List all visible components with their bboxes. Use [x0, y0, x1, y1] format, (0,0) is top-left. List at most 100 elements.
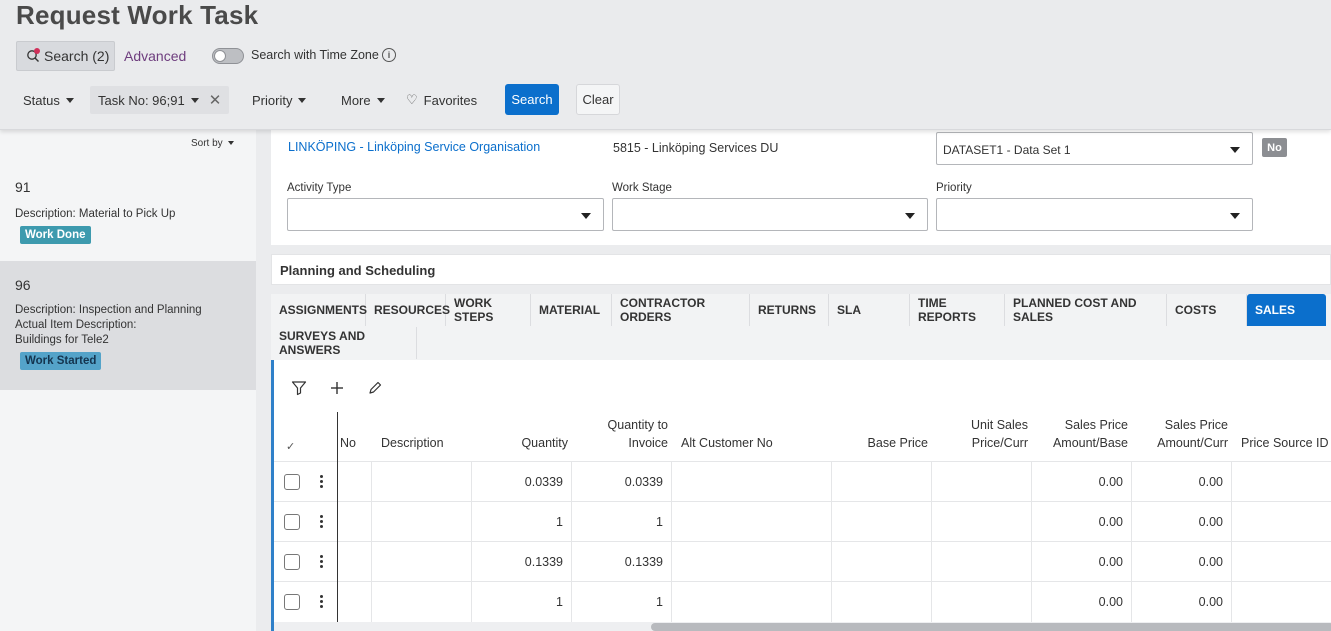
cell-base-price [831, 582, 931, 622]
search-panel-button[interactable]: Search (2) [16, 41, 115, 71]
row-checkbox[interactable] [284, 594, 300, 610]
sales-grid: ✓ No Description Quantity Quantity to In… [271, 360, 1331, 631]
cell-quantity: 1 [471, 582, 571, 622]
col-base-price[interactable]: Base Price [834, 434, 928, 452]
chevron-down-icon [581, 213, 591, 219]
tab-assignments[interactable]: ASSIGNMENTS [271, 294, 367, 326]
tab-material[interactable]: MATERIAL [531, 294, 612, 326]
sort-by-dropdown[interactable]: Sort by [191, 138, 234, 149]
cell-unit-sales [931, 502, 1031, 542]
planning-title: Planning and Scheduling [280, 263, 436, 278]
tab-work-steps[interactable]: WORK STEPS [446, 294, 531, 326]
col-description[interactable]: Description [381, 434, 444, 452]
add-icon[interactable] [329, 380, 347, 398]
search-panel-label: Search (2) [44, 48, 110, 64]
cell-sp-base: 0.00 [1031, 502, 1131, 542]
tab-returns[interactable]: RETURNS [750, 294, 829, 326]
col-no[interactable]: No [340, 434, 356, 452]
tab-surveys-and-answers[interactable]: SURVEYS AND ANSWERS [271, 327, 417, 359]
priority-select[interactable] [936, 198, 1253, 231]
tab-costs[interactable]: COSTS [1167, 294, 1247, 326]
col-price-source-id[interactable]: Price Source ID [1241, 434, 1329, 452]
cell-sp-curr: 0.00 [1131, 502, 1231, 542]
tab-sla[interactable]: SLA [829, 294, 910, 326]
edit-icon[interactable] [367, 380, 385, 398]
priority-filter[interactable]: Priority [252, 86, 307, 114]
actual-description-label: Actual Item Description: [15, 319, 137, 331]
priority-filter-label: Priority [252, 92, 293, 108]
search-button[interactable]: Search [505, 84, 559, 115]
work-stage-select[interactable] [612, 198, 928, 231]
close-icon[interactable]: ✕ [209, 91, 222, 109]
list-item[interactable]: 96 Description: Inspection and Planning … [0, 261, 256, 390]
tab-time-reports[interactable]: TIME REPORTS [910, 294, 1005, 326]
more-options-icon[interactable] [318, 555, 324, 569]
status-badge: Work Done [20, 226, 91, 244]
cell-unit-sales [931, 582, 1031, 622]
row-checkbox[interactable] [284, 554, 300, 570]
sort-by-label: Sort by [191, 138, 223, 149]
more-filter[interactable]: More [341, 86, 385, 114]
cell-sp-base: 0.00 [1031, 582, 1131, 622]
cell-description [371, 462, 471, 502]
tab-sales[interactable]: SALES [1247, 294, 1326, 326]
work-stage-label: Work Stage [612, 182, 672, 194]
tab-bar: ASSIGNMENTS RESOURCES WORK STEPS MATERIA… [271, 294, 1331, 360]
scrollbar-thumb[interactable] [651, 623, 1331, 631]
chevron-down-icon [190, 97, 199, 103]
favorites-button[interactable]: ♡ Favorites [406, 86, 477, 114]
time-zone-toggle[interactable] [212, 48, 244, 64]
organisation-link[interactable]: LINKÖPING - Linköping Service Organisati… [288, 140, 540, 154]
cell-quantity: 0.1339 [471, 542, 571, 582]
more-options-icon[interactable] [318, 475, 324, 489]
cell-alt-customer [671, 542, 831, 582]
actual-description-value: Buildings for Tele2 [15, 334, 109, 346]
table-row[interactable]: 0.0339 0.0339 0.00 0.00 [274, 461, 1331, 502]
table-row[interactable]: 1 1 0.00 0.00 [274, 501, 1331, 542]
cell-alt-customer [671, 462, 831, 502]
priority-label: Priority [936, 182, 972, 194]
page-title: Request Work Task [16, 0, 259, 30]
tab-resources[interactable]: RESOURCES [366, 294, 450, 326]
clear-button[interactable]: Clear [576, 84, 620, 115]
cell-sp-base: 0.00 [1031, 462, 1131, 502]
table-row[interactable]: 0.1339 0.1339 0.00 0.00 [274, 541, 1331, 582]
more-options-icon[interactable] [318, 595, 324, 609]
chevron-down-icon [376, 97, 385, 103]
tab-planned-cost-and-sales[interactable]: PLANNED COST AND SALES [1005, 294, 1167, 326]
dataset-select[interactable]: DATASET1 - Data Set 1 [936, 132, 1253, 165]
info-icon[interactable]: i [382, 48, 396, 62]
tab-contractor-orders[interactable]: CONTRACTOR ORDERS [612, 294, 750, 326]
filter-icon[interactable] [291, 380, 309, 398]
col-sales-price-amount-curr[interactable]: Sales Price Amount/Curr [1134, 416, 1228, 452]
col-alt-customer-no[interactable]: Alt Customer No [681, 434, 773, 452]
planning-section-header[interactable]: Planning and Scheduling [271, 254, 1331, 285]
list-item[interactable]: 91 Description: Material to Pick Up Work… [0, 170, 256, 260]
task-no-filter[interactable]: Task No: 96;91 ✕ [90, 86, 230, 114]
task-description: Description: Material to Pick Up [15, 208, 176, 220]
cell-alt-customer [671, 502, 831, 542]
row-checkbox[interactable] [284, 514, 300, 530]
table-row[interactable]: 1 1 0.00 0.00 [274, 581, 1331, 622]
cell-quantity: 1 [471, 502, 571, 542]
col-quantity[interactable]: Quantity [474, 434, 568, 452]
task-list: Sort by 91 Description: Material to Pick… [0, 130, 256, 631]
row-checkbox[interactable] [284, 474, 300, 490]
more-options-icon[interactable] [318, 515, 324, 529]
cell-base-price [831, 542, 931, 582]
cell-quantity-to-invoice: 1 [571, 502, 671, 542]
advanced-link[interactable]: Advanced [124, 48, 186, 64]
chevron-down-icon [1230, 147, 1240, 153]
cell-sp-curr: 0.00 [1131, 582, 1231, 622]
cell-base-price [831, 462, 931, 502]
col-sales-price-amount-base[interactable]: Sales Price Amount/Base [1034, 416, 1128, 452]
search-icon [26, 48, 40, 63]
col-sp-curr-line1: Sales Price [1164, 418, 1228, 432]
col-unit-sales-line1: Unit Sales [971, 418, 1028, 432]
col-unit-sales-price[interactable]: Unit Sales Price/Curr [934, 416, 1028, 452]
col-quantity-to-invoice[interactable]: Quantity to Invoice [574, 416, 668, 452]
activity-type-select[interactable] [287, 198, 604, 231]
horizontal-scrollbar[interactable] [274, 622, 1331, 631]
status-filter[interactable]: Status [23, 86, 74, 114]
select-all-checkmark-icon[interactable]: ✓ [286, 438, 295, 456]
